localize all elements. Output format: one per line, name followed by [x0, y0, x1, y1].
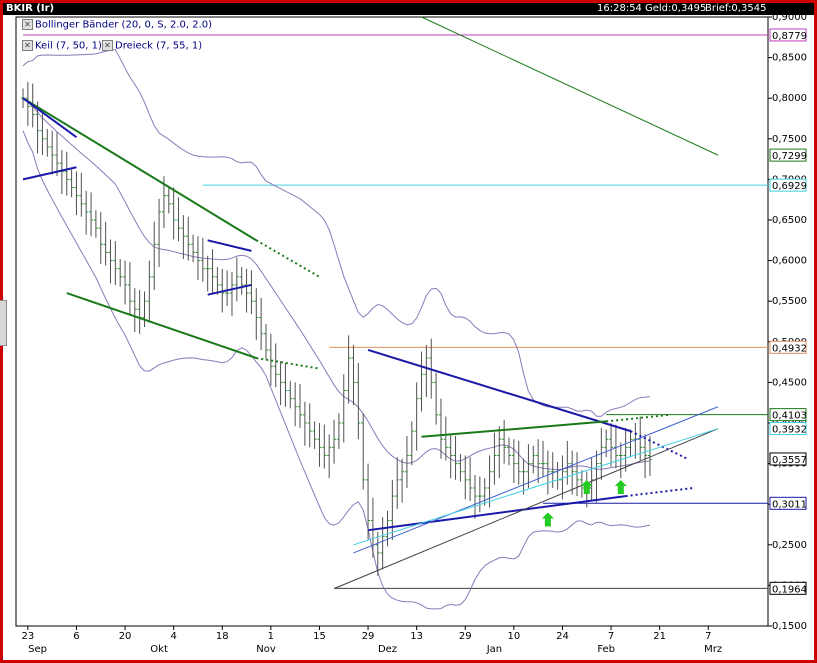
- price-tag-label: 0,4103: [772, 411, 807, 422]
- x-tick-label: 4: [170, 631, 176, 642]
- close-icon[interactable]: ✕: [22, 19, 33, 30]
- month-label: Dez: [378, 644, 397, 655]
- legend-triangle[interactable]: ✕ Dreieck (7, 55, 1): [102, 40, 202, 53]
- x-tick-label: 7: [608, 631, 614, 642]
- price-tag-label: 0,6929: [772, 181, 807, 192]
- y-tick-label: 0,2500: [772, 540, 807, 551]
- price-tag-label: 0,3932: [772, 425, 807, 436]
- x-tick-label: 21: [653, 631, 666, 642]
- x-tick-label: 10: [507, 631, 520, 642]
- legend-triangle-label: Dreieck (7, 55, 1): [115, 40, 203, 52]
- y-tick-label: 0,6000: [772, 256, 807, 267]
- y-tick-label: 0,5500: [772, 296, 807, 307]
- month-label: Okt: [150, 644, 168, 655]
- x-tick-label: 13: [410, 631, 423, 642]
- x-tick-label: 29: [362, 631, 375, 642]
- month-label: Feb: [597, 644, 615, 655]
- month-label: Sep: [28, 644, 47, 655]
- y-tick-label: 0,1500: [772, 621, 807, 632]
- y-tick-label: 0,4500: [772, 377, 807, 388]
- x-tick-label: 15: [313, 631, 326, 642]
- x-tick-label: 1: [268, 631, 274, 642]
- month-label: Mrz: [704, 644, 722, 655]
- x-tick-label: 24: [556, 631, 569, 642]
- y-tick-label: 0,7500: [772, 134, 807, 145]
- y-tick-label: 0,8000: [772, 93, 807, 104]
- x-tick-label: 7: [705, 631, 711, 642]
- legend-bollinger-label: Bollinger Bänder (20, 0, S, 2.0, 2.0): [35, 19, 213, 31]
- legend-bollinger[interactable]: ✕ Bollinger Bänder (20, 0, S, 2.0, 2.0): [22, 19, 212, 32]
- price-tag-label: 0,3557: [772, 455, 807, 466]
- price-chart: 0,90000,85000,80000,75000,70000,65000,60…: [15, 12, 807, 655]
- price-tag-label: 0,3011: [772, 499, 807, 510]
- y-tick-label: 0,6500: [772, 215, 807, 226]
- price-tag-label: 0,7299: [772, 151, 807, 162]
- side-scroll-tab[interactable]: [0, 300, 7, 346]
- month-label: Jan: [486, 644, 502, 655]
- x-tick-label: 6: [73, 631, 79, 642]
- legend-wedge[interactable]: ✕ Keil (7, 50, 1): [22, 40, 102, 53]
- legend-wedge-label: Keil (7, 50, 1): [35, 40, 102, 52]
- x-tick-label: 20: [119, 631, 132, 642]
- price-tag-label: 0,8779: [772, 31, 807, 42]
- x-tick-label: 29: [459, 631, 472, 642]
- y-tick-label: 0,9000: [772, 12, 807, 23]
- price-tag-label: 0,1964: [772, 584, 807, 595]
- x-tick-label: 23: [21, 631, 34, 642]
- close-icon[interactable]: ✕: [22, 40, 33, 51]
- month-label: Nov: [256, 644, 276, 655]
- close-icon[interactable]: ✕: [102, 40, 113, 51]
- price-tag-label: 0,4932: [772, 343, 807, 354]
- y-tick-label: 0,8500: [772, 53, 807, 64]
- x-tick-label: 18: [216, 631, 229, 642]
